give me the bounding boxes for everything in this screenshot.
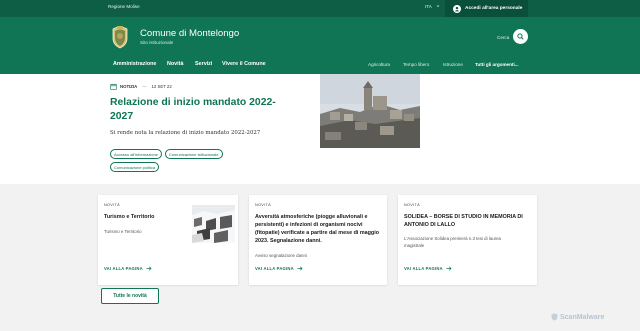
nav-item-novita[interactable]: Novità <box>167 61 183 67</box>
site-title[interactable]: Comune di Montelongo <box>140 28 239 39</box>
crest-icon[interactable] <box>111 25 129 49</box>
calendar-icon <box>110 83 117 90</box>
nav-item-vivere-il-comune[interactable]: Vivere il Comune <box>222 61 266 67</box>
slim-header: Regione Molise ITA Accedi all'area perso… <box>0 0 640 17</box>
all-news-button[interactable]: Tutte le novità <box>101 288 159 304</box>
news-card: NOVITÀ Turismo e Territorio Turismo e Te… <box>98 195 238 285</box>
topic-all[interactable]: Tutti gli argomenti... <box>475 62 519 67</box>
main-navigation: Amministrazione Novità Servizi Vivere il… <box>0 57 640 74</box>
search-icon <box>517 33 524 40</box>
card-link-label: VAI ALLA PAGINA <box>404 266 443 271</box>
card-kicker: NOVITÀ <box>255 203 271 207</box>
hero-tags: Accesso all'informazione Comunicazione i… <box>110 149 240 172</box>
site-subtitle: Sito istituzionale <box>140 40 174 45</box>
topic-agricoltura[interactable]: Agricoltura <box>368 62 390 67</box>
nav-item-amministrazione[interactable]: Amministrazione <box>113 61 156 67</box>
tag-chip[interactable]: Comunicazione politica <box>110 162 160 172</box>
chevron-down-icon <box>436 5 440 7</box>
search-label: Cerca <box>497 35 510 40</box>
meta-separator: — <box>142 84 147 89</box>
login-button[interactable]: Accedi all'area personale <box>445 0 528 17</box>
card-text: L'Associazione Solidea premierà n.3 tesi… <box>404 236 501 248</box>
language-label: ITA <box>425 4 432 9</box>
hero-date: 12 SET 22 <box>151 84 172 89</box>
tag-chip[interactable]: Accesso all'informazione <box>110 149 162 159</box>
hero-category: NOTIZIA <box>120 84 138 89</box>
news-card: NOVITÀ SOLIDEA – BORSE DI STUDIO IN MEMO… <box>398 195 537 285</box>
card-link[interactable]: VAI ALLA PAGINA <box>255 266 303 271</box>
news-card: NOVITÀ Avversità atmosferiche (piogge al… <box>249 195 387 285</box>
card-link[interactable]: VAI ALLA PAGINA <box>104 266 152 271</box>
watermark-label: ScanMalware <box>560 313 605 321</box>
card-title[interactable]: Turismo e Territorio <box>104 213 189 221</box>
arrow-right-icon <box>446 266 452 271</box>
login-label: Accedi all'area personale <box>465 6 523 11</box>
watermark: ScanMalware <box>551 313 604 321</box>
center-header: Comune di Montelongo Sito istituzionale … <box>0 17 640 57</box>
shield-icon <box>551 313 558 321</box>
arrow-right-icon <box>297 266 303 271</box>
arrow-right-icon <box>146 266 152 271</box>
language-selector[interactable]: ITA <box>425 4 440 9</box>
hero-photo <box>320 74 420 148</box>
hero-description: Si rende nota la relazione di inizio man… <box>110 130 261 136</box>
card-kicker: NOVITÀ <box>104 203 120 207</box>
hero-section: NOTIZIA — 12 SET 22 Relazione di inizio … <box>0 74 640 184</box>
topic-istruzione[interactable]: Istruzione <box>443 62 463 67</box>
card-link-label: VAI ALLA PAGINA <box>104 266 143 271</box>
topic-tempo-libero[interactable]: Tempo libero <box>403 62 429 67</box>
search-button[interactable] <box>513 29 528 44</box>
card-text: Avviso segnalazione danni <box>255 253 307 258</box>
card-link-label: VAI ALLA PAGINA <box>255 266 294 271</box>
user-icon <box>453 4 461 13</box>
card-kicker: NOVITÀ <box>404 203 420 207</box>
hero-title[interactable]: Relazione di inizio mandato 2022-2027 <box>110 96 290 123</box>
region-link[interactable]: Regione Molise <box>108 4 140 9</box>
nav-item-servizi[interactable]: Servizi <box>195 61 212 67</box>
card-title[interactable]: Avversità atmosferiche (piogge alluviona… <box>255 213 380 245</box>
card-thumbnail <box>192 205 235 243</box>
card-title[interactable]: SOLIDEA – BORSE DI STUDIO IN MEMORIA DI … <box>404 213 529 229</box>
hero-meta: NOTIZIA — 12 SET 22 <box>110 83 172 90</box>
card-text: Turismo e Territorio <box>104 229 142 234</box>
card-link[interactable]: VAI ALLA PAGINA <box>404 266 452 271</box>
tag-chip[interactable]: Comunicazione istituzionale <box>164 149 223 159</box>
